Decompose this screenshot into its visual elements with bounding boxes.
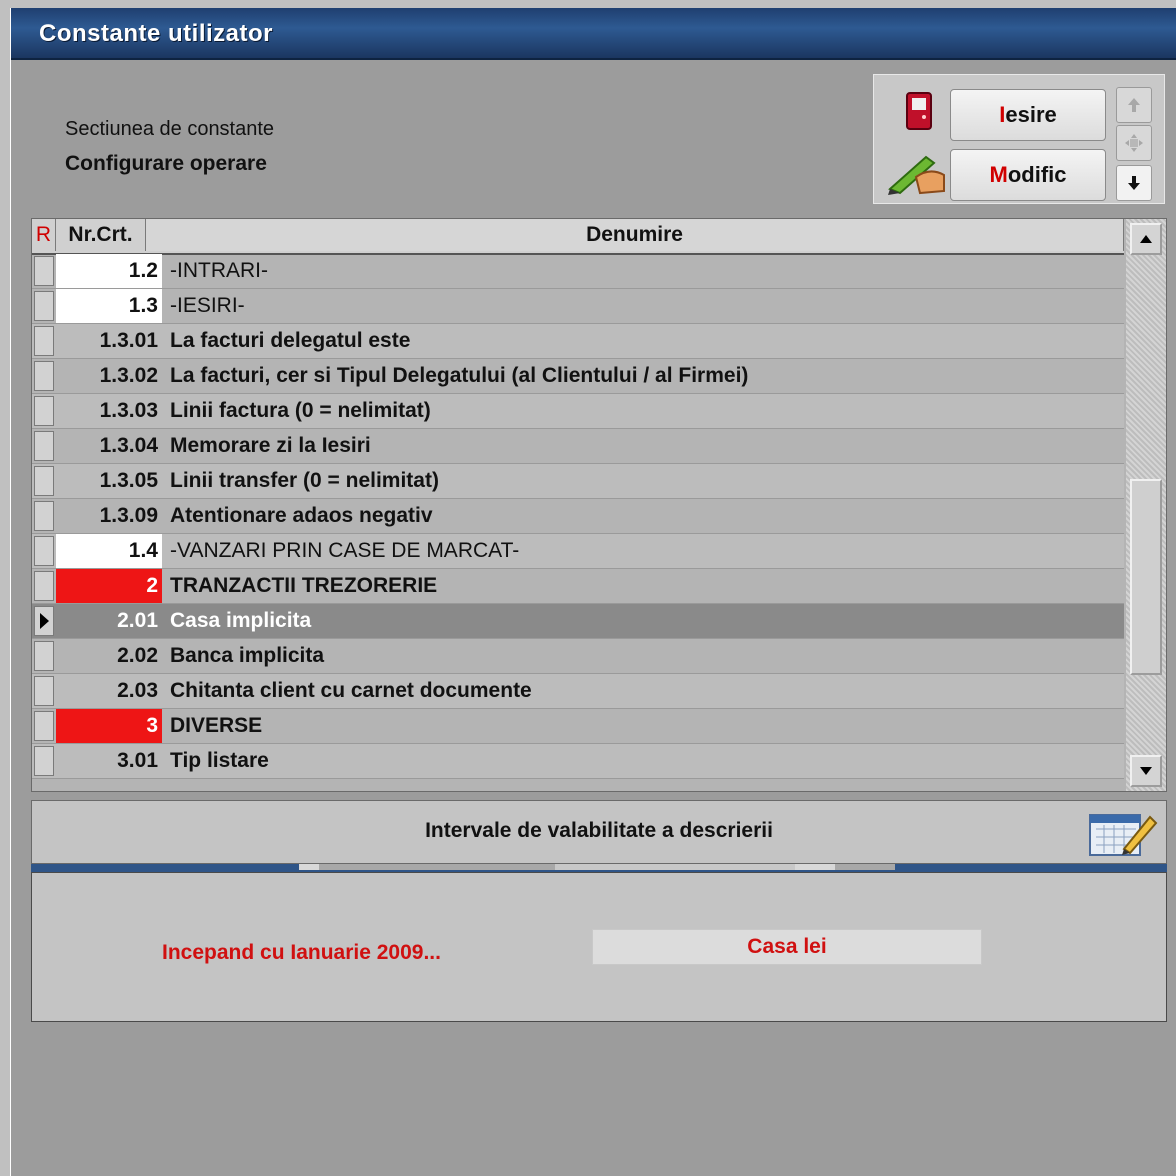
move-up-button[interactable] bbox=[1116, 87, 1152, 123]
row-indicator[interactable] bbox=[34, 571, 54, 601]
column-header-denumire[interactable]: Denumire bbox=[146, 219, 1124, 251]
row-number: 1.3.02 bbox=[99, 364, 158, 387]
row-indicator[interactable] bbox=[34, 396, 54, 426]
window-title: Constante utilizator bbox=[39, 20, 274, 47]
section-value: Configurare operare bbox=[65, 152, 267, 175]
row-indicator[interactable] bbox=[34, 711, 54, 741]
arrow-up-icon bbox=[1128, 98, 1140, 112]
interval-start-label: Incepand cu Ianuarie 2009... bbox=[162, 941, 441, 964]
validity-panel-header: Intervale de valabilitate a descrierii bbox=[31, 800, 1167, 864]
row-name: TRANZACTII TREZORERIE bbox=[170, 574, 438, 597]
row-indicator[interactable] bbox=[34, 746, 54, 776]
validity-panel: Incepand cu Ianuarie 2009... Casa lei bbox=[31, 872, 1167, 1022]
row-indicator[interactable] bbox=[34, 361, 54, 391]
row-indicator[interactable] bbox=[34, 501, 54, 531]
row-number: 1.3.03 bbox=[99, 399, 158, 422]
scroll-up-button[interactable] bbox=[1130, 223, 1162, 255]
row-indicator[interactable] bbox=[34, 606, 54, 636]
row-name: -INTRARI- bbox=[170, 259, 268, 282]
row-indicator[interactable] bbox=[34, 256, 54, 286]
modify-button[interactable]: Modific bbox=[950, 149, 1106, 201]
table-row[interactable]: 2.02 Banca implicita bbox=[32, 639, 1124, 674]
validity-title: Intervale de valabilitate a descrierii bbox=[425, 819, 773, 842]
row-indicator[interactable] bbox=[34, 466, 54, 496]
row-name: Atentionare adaos negativ bbox=[170, 504, 433, 527]
row-name: Banca implicita bbox=[170, 644, 325, 667]
table-row[interactable]: 3 DIVERSE bbox=[32, 709, 1124, 744]
toolbar: Iesire Modific bbox=[873, 74, 1165, 204]
exit-door-icon bbox=[906, 92, 932, 130]
grid-header: R Nr.Crt. Denumire bbox=[32, 219, 1124, 255]
table-row[interactable]: 1.3.01 La facturi delegatul este bbox=[32, 324, 1124, 359]
row-indicator[interactable] bbox=[34, 536, 54, 566]
arrow-down-icon bbox=[1128, 176, 1140, 190]
row-indicator[interactable] bbox=[34, 431, 54, 461]
row-number: 2 bbox=[56, 569, 162, 603]
row-name: DIVERSE bbox=[170, 714, 263, 737]
table-row[interactable]: 3.01 Tip listare bbox=[32, 744, 1124, 779]
row-name: Linii transfer (0 = nelimitat) bbox=[170, 469, 439, 492]
constants-window: Constante utilizator Sectiunea de consta… bbox=[10, 8, 1176, 1176]
move-button[interactable] bbox=[1116, 125, 1152, 161]
column-header-r[interactable]: R bbox=[32, 219, 56, 251]
row-number: 2.02 bbox=[117, 644, 158, 667]
scrollbar-thumb[interactable] bbox=[1130, 479, 1162, 675]
title-bar: Constante utilizator bbox=[11, 8, 1176, 60]
table-row-selected[interactable]: 2.01 Casa implicita bbox=[32, 604, 1124, 639]
row-name: La facturi delegatul este bbox=[170, 329, 411, 352]
table-row[interactable]: 1.3.02 La facturi, cer si Tipul Delegatul… bbox=[32, 359, 1124, 394]
interval-value-field[interactable]: Casa lei bbox=[592, 929, 982, 965]
section-caption: Sectiunea de constante bbox=[65, 118, 275, 140]
table-row[interactable]: 1.3 -IESIRI- bbox=[32, 289, 1124, 324]
row-number: 1.3.09 bbox=[99, 504, 158, 527]
row-name: Chitanta client cu carnet documente bbox=[170, 679, 532, 702]
row-number: 1.3.05 bbox=[99, 469, 158, 492]
row-name: Tip listare bbox=[170, 749, 269, 772]
row-indicator[interactable] bbox=[34, 326, 54, 356]
row-number: 2.03 bbox=[117, 679, 158, 702]
row-number: 1.3.01 bbox=[99, 329, 158, 352]
exit-button[interactable]: Iesire bbox=[950, 89, 1106, 141]
pencil-hand-icon bbox=[888, 155, 945, 195]
row-name: -VANZARI PRIN CASE DE MARCAT- bbox=[170, 539, 520, 562]
row-number: 1.3.04 bbox=[99, 434, 158, 457]
constants-grid: R Nr.Crt. Denumire 1.2 -INTRARI- 1.3 -IESI… bbox=[31, 218, 1167, 792]
table-row[interactable]: 1.3.05 Linii transfer (0 = nelimitat) bbox=[32, 464, 1124, 499]
table-row[interactable]: 1.4 -VANZARI PRIN CASE DE MARCAT- bbox=[32, 534, 1124, 569]
row-name: Linii factura (0 = nelimitat) bbox=[170, 399, 431, 422]
row-number: 1.2 bbox=[56, 254, 162, 288]
column-header-nr[interactable]: Nr.Crt. bbox=[56, 219, 146, 251]
table-row[interactable]: 2 TRANZACTII TREZORERIE bbox=[32, 569, 1124, 604]
row-number: 3.01 bbox=[117, 749, 158, 772]
move-down-button[interactable] bbox=[1116, 165, 1152, 201]
vertical-scrollbar[interactable] bbox=[1126, 219, 1166, 791]
validity-tab-strip bbox=[31, 864, 1167, 872]
row-name: Casa implicita bbox=[170, 609, 312, 632]
move-icon bbox=[1125, 134, 1143, 152]
current-row-arrow-icon bbox=[40, 613, 49, 629]
table-row[interactable]: 1.2 -INTRARI- bbox=[32, 254, 1124, 289]
row-indicator[interactable] bbox=[34, 641, 54, 671]
calendar-edit-icon[interactable] bbox=[1088, 809, 1158, 859]
row-number: 3 bbox=[56, 709, 162, 743]
row-name: -IESIRI- bbox=[170, 294, 245, 317]
scroll-down-icon bbox=[1140, 767, 1152, 775]
row-name: La facturi, cer si Tipul Delegatului (al… bbox=[170, 364, 749, 387]
scroll-up-icon bbox=[1140, 235, 1152, 243]
grid-rows: 1.2 -INTRARI- 1.3 -IESIRI- 1.3.01 La factur… bbox=[32, 254, 1124, 779]
row-indicator[interactable] bbox=[34, 676, 54, 706]
row-name: Memorare zi la Iesiri bbox=[170, 434, 371, 457]
row-number: 2.01 bbox=[117, 609, 158, 632]
table-row[interactable]: 1.3.09 Atentionare adaos negativ bbox=[32, 499, 1124, 534]
row-number: 1.3 bbox=[56, 289, 162, 323]
table-row[interactable]: 2.03 Chitanta client cu carnet documente bbox=[32, 674, 1124, 709]
row-indicator[interactable] bbox=[34, 291, 54, 321]
table-row[interactable]: 1.3.04 Memorare zi la Iesiri bbox=[32, 429, 1124, 464]
scroll-down-button[interactable] bbox=[1130, 755, 1162, 787]
table-row[interactable]: 1.3.03 Linii factura (0 = nelimitat) bbox=[32, 394, 1124, 429]
row-number: 1.4 bbox=[56, 534, 162, 568]
